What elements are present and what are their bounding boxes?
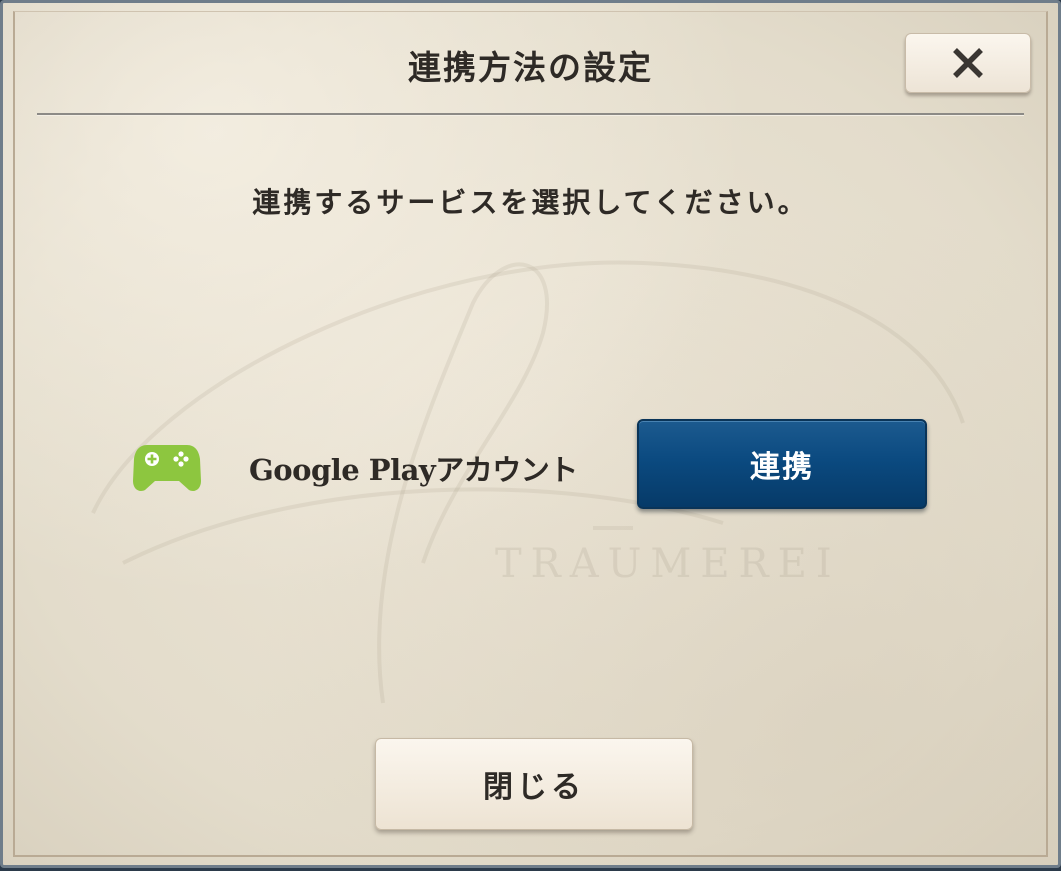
link-method-dialog: TRAUMEREI 連携方法の設定 連携するサービスを選択してください。 Goo… xyxy=(0,0,1061,868)
instruction-text: 連携するサービスを選択してください。 xyxy=(252,186,809,219)
link-button[interactable]: 連携 xyxy=(637,419,927,509)
dialog-title: 連携方法の設定 xyxy=(408,48,653,87)
watermark-text: TRAUMEREI xyxy=(495,541,841,587)
close-button[interactable]: 閉じる xyxy=(375,738,693,830)
close-x-icon xyxy=(953,48,983,78)
close-x-button[interactable] xyxy=(905,33,1031,93)
title-divider xyxy=(37,113,1024,116)
google-play-account-label: Google Playアカウント xyxy=(249,453,578,487)
gamepad-icon xyxy=(133,445,201,491)
